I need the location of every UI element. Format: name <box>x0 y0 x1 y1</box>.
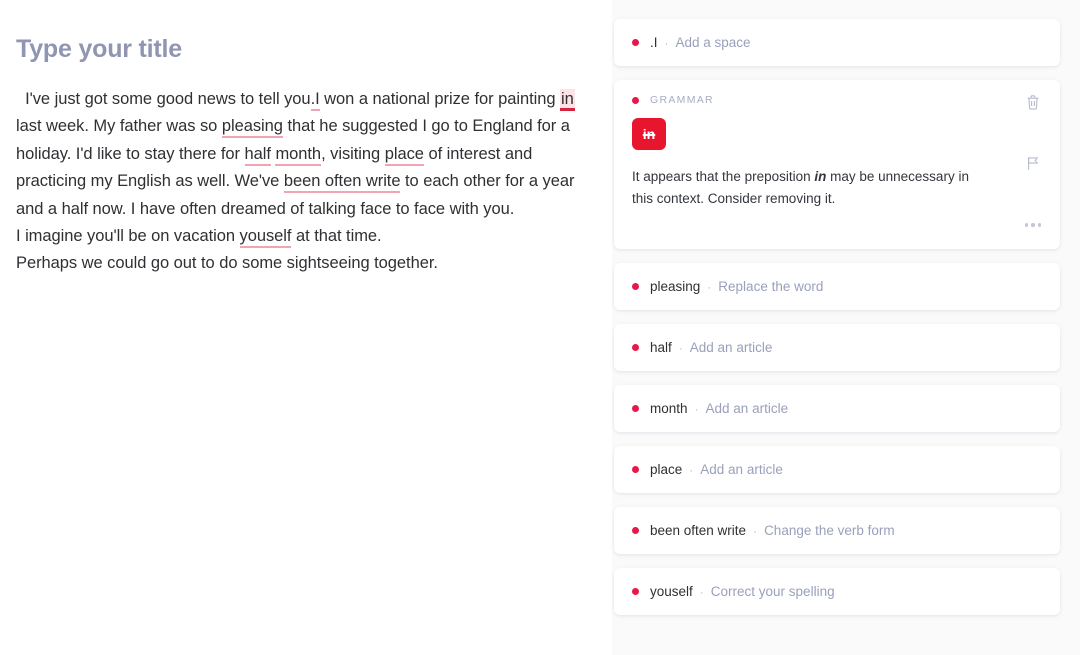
suggestion-word: place <box>650 462 683 477</box>
suggestion-mark[interactable]: been often write <box>283 172 401 194</box>
separator-dot: · <box>678 340 683 355</box>
suggestion-card[interactable]: month · Add an article <box>614 385 1060 432</box>
editor-pane[interactable]: Type your title I've just got some good … <box>0 0 612 655</box>
more-options-icon[interactable] <box>1023 215 1043 235</box>
suggestion-mark[interactable]: .I <box>310 90 320 111</box>
separator-dot: · <box>707 279 712 294</box>
separator-dot: · <box>753 523 758 538</box>
suggestion-action-label[interactable]: Add an article <box>700 462 783 477</box>
flag-icon[interactable] <box>1023 154 1043 174</box>
suggestion-word: .I <box>650 35 658 50</box>
body-text: won a national prize for painting <box>319 90 561 108</box>
suggestion-explanation: It appears that the preposition in may b… <box>632 166 977 210</box>
suggestion-bullet-icon <box>632 39 639 46</box>
card-header: GRAMMAR <box>632 94 1042 106</box>
suggestion-bullet-icon <box>632 588 639 595</box>
suggestion-card[interactable]: half · Add an article <box>614 324 1060 371</box>
suggestion-removal-chip[interactable]: in <box>632 118 666 150</box>
suggestion-action-label[interactable]: Add a space <box>676 35 751 50</box>
suggestion-mark[interactable]: month <box>275 144 321 166</box>
suggestion-action-label[interactable]: Correct your spelling <box>711 584 835 599</box>
suggestion-mark[interactable]: youself <box>239 227 292 249</box>
body-text: , visiting <box>321 144 385 163</box>
active-suggestion-mark[interactable]: in <box>560 89 575 111</box>
suggestion-word: youself <box>650 584 693 599</box>
suggestion-bullet-icon <box>632 283 639 290</box>
suggestion-word: been often write <box>650 523 747 538</box>
suggestion-word: half <box>650 340 672 355</box>
suggestion-card[interactable]: .I · Add a space <box>614 19 1060 66</box>
suggestion-action-label[interactable]: Add an article <box>690 340 773 355</box>
separator-dot: · <box>664 35 669 50</box>
suggestion-mark[interactable]: pleasing <box>221 117 283 139</box>
suggestion-card[interactable]: been often write · Change the verb form <box>614 507 1060 554</box>
suggestion-card[interactable]: pleasing · Replace the word <box>614 263 1060 310</box>
separator-dot: · <box>689 462 694 477</box>
suggestion-action-label[interactable]: Change the verb form <box>764 523 895 538</box>
suggestion-card[interactable]: youself · Correct your spelling <box>614 568 1060 615</box>
document-title[interactable]: Type your title <box>16 34 598 64</box>
document-body[interactable]: I've just got some good news to tell you… <box>16 86 598 278</box>
suggestion-bullet-icon <box>632 466 639 473</box>
suggestion-card[interactable]: place · Add an article <box>614 446 1060 493</box>
explanation-emphasis-word: in <box>814 169 827 184</box>
suggestion-bullet-icon <box>632 96 639 104</box>
suggestion-word: month <box>650 401 688 416</box>
separator-dot: · <box>699 584 704 599</box>
card-action-buttons <box>1020 92 1046 235</box>
suggestion-action-label[interactable]: Add an article <box>706 401 789 416</box>
suggestion-action-label[interactable]: Replace the word <box>718 279 823 294</box>
trash-icon[interactable] <box>1023 92 1043 112</box>
suggestion-word: pleasing <box>650 279 701 294</box>
suggestion-card-expanded[interactable]: GRAMMAR in It appears that the preposition… <box>614 80 1060 249</box>
suggestion-bullet-icon <box>632 344 639 351</box>
suggestion-category-label: GRAMMAR <box>650 94 714 106</box>
body-text: I've just got some good news to tell you <box>16 90 311 108</box>
suggestion-bullet-icon <box>632 527 639 534</box>
suggestion-bullet-icon <box>632 405 639 412</box>
separator-dot: · <box>694 401 699 416</box>
suggestion-mark[interactable]: half <box>244 144 271 166</box>
suggestions-sidebar: .I · Add a space GRAMMAR in It appears that t… <box>612 0 1080 655</box>
explanation-text-before: It appears that the preposition <box>632 169 815 184</box>
suggestion-mark[interactable]: place <box>384 144 424 166</box>
